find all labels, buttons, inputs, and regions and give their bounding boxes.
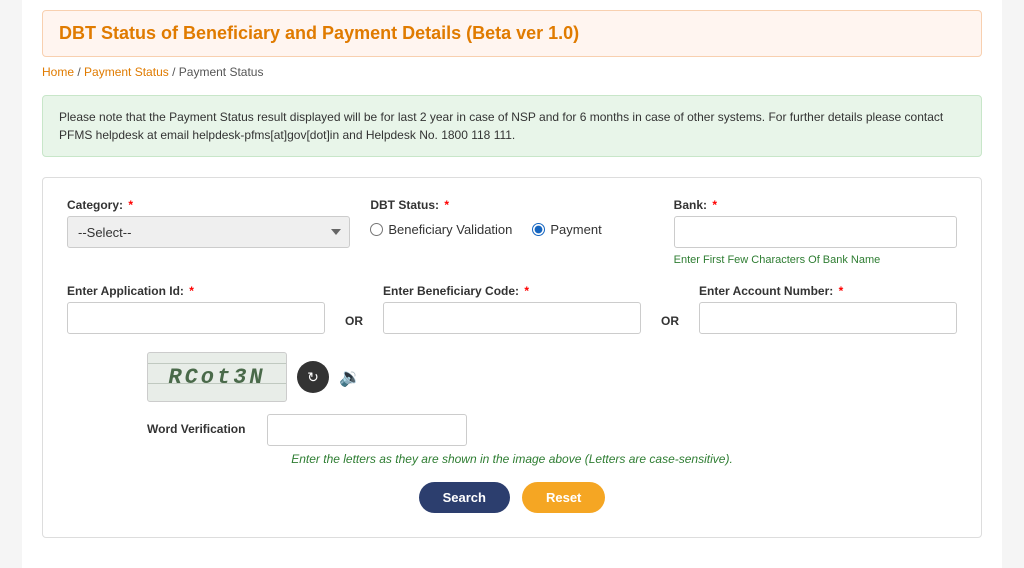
dbt-status-radio-group: Beneficiary Validation Payment <box>370 222 653 237</box>
dbt-payment-option[interactable]: Payment <box>532 222 601 237</box>
info-message-text: Please note that the Payment Status resu… <box>59 110 943 142</box>
page-title-text: DBT Status of Beneficiary and Payment De… <box>59 23 579 43</box>
reset-button[interactable]: Reset <box>522 482 605 513</box>
beneficiary-code-group: Enter Beneficiary Code: * <box>383 284 641 334</box>
breadcrumb-home[interactable]: Home <box>42 65 74 79</box>
word-verification-input[interactable] <box>267 414 467 446</box>
category-select[interactable]: --Select-- <box>67 216 350 248</box>
word-verification-row: Word Verification <box>67 414 957 446</box>
application-id-label: Enter Application Id: * <box>67 284 325 298</box>
account-number-input[interactable] <box>699 302 957 334</box>
account-number-label: Enter Account Number: * <box>699 284 957 298</box>
info-box: Please note that the Payment Status resu… <box>42 95 982 157</box>
captcha-section: RCot3N ↻ 🔉 Word Verification Enter the l… <box>67 352 957 466</box>
form-section: Category: * --Select-- DBT Status: * Ben… <box>42 177 982 538</box>
word-verification-label: Word Verification <box>147 414 257 436</box>
beneficiary-code-input[interactable] <box>383 302 641 334</box>
captcha-hint: Enter the letters as they are shown in t… <box>67 452 957 466</box>
dbt-status-group: DBT Status: * Beneficiary Validation Pay… <box>370 198 653 237</box>
captcha-image: RCot3N <box>147 352 287 402</box>
application-id-input[interactable] <box>67 302 325 334</box>
or-separator-2: OR <box>661 290 679 328</box>
bank-input[interactable] <box>674 216 957 248</box>
bank-label: Bank: * <box>674 198 957 212</box>
captcha-refresh-button[interactable]: ↻ <box>297 361 329 393</box>
category-label: Category: * <box>67 198 350 212</box>
breadcrumb: Home / Payment Status / Payment Status <box>42 65 982 79</box>
dbt-beneficiary-validation-option[interactable]: Beneficiary Validation <box>370 222 512 237</box>
captcha-row: RCot3N ↻ 🔉 <box>67 352 957 402</box>
bank-group: Bank: * Enter First Few Characters Of Ba… <box>674 198 957 266</box>
breadcrumb-payment-status-link[interactable]: Payment Status <box>84 65 169 79</box>
captcha-audio-button[interactable]: 🔉 <box>339 367 361 388</box>
dbt-beneficiary-radio[interactable] <box>370 223 383 236</box>
beneficiary-code-label: Enter Beneficiary Code: * <box>383 284 641 298</box>
dbt-status-label: DBT Status: * <box>370 198 653 212</box>
form-row-2: Enter Application Id: * OR Enter Benefic… <box>67 284 957 334</box>
or-separator-1: OR <box>345 290 363 328</box>
page-wrapper: DBT Status of Beneficiary and Payment De… <box>22 0 1002 568</box>
search-button[interactable]: Search <box>419 482 510 513</box>
account-number-group: Enter Account Number: * <box>699 284 957 334</box>
application-id-group: Enter Application Id: * <box>67 284 325 334</box>
page-title: DBT Status of Beneficiary and Payment De… <box>42 10 982 57</box>
bank-hint: Enter First Few Characters Of Bank Name <box>674 254 957 266</box>
dbt-payment-radio[interactable] <box>532 223 545 236</box>
category-group: Category: * --Select-- <box>67 198 350 248</box>
breadcrumb-current: Payment Status <box>179 65 264 79</box>
button-row: Search Reset <box>67 482 957 513</box>
form-row-1: Category: * --Select-- DBT Status: * Ben… <box>67 198 957 266</box>
